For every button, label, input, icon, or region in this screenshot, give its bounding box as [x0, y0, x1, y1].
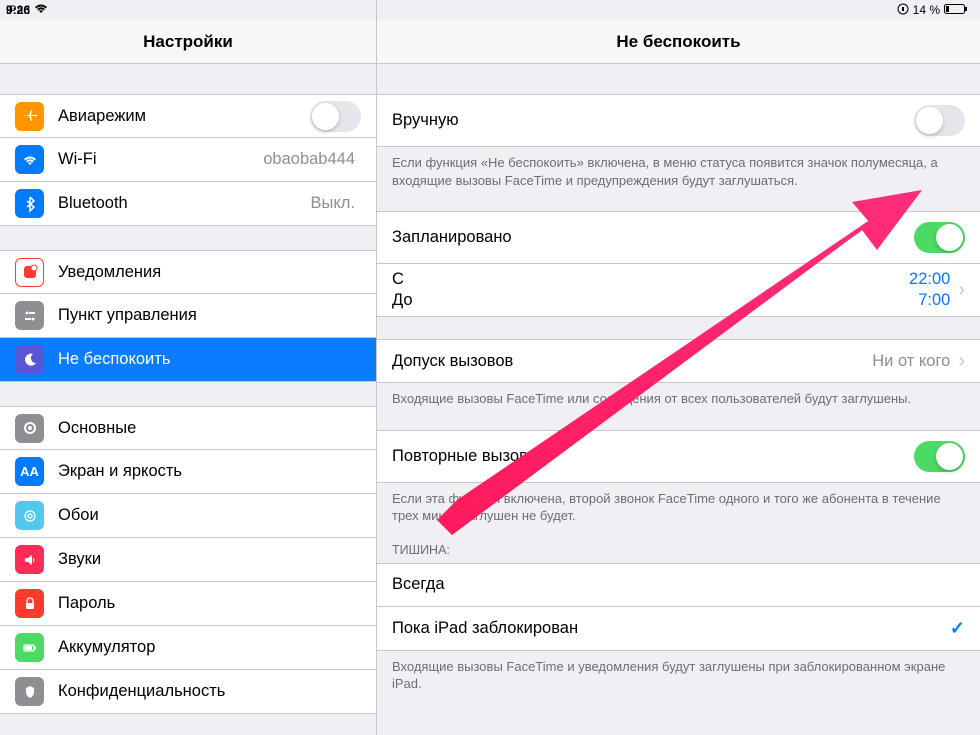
passcode-icon [15, 589, 44, 618]
repeated-footer: Если эта функция включена, второй звонок… [377, 483, 980, 525]
allow-calls-row[interactable]: Допуск вызовов Ни от кого › [377, 339, 980, 383]
from-value: 22:00 [909, 270, 950, 289]
scheduled-label: Запланировано [392, 228, 914, 247]
detail-navbar: Не беспокоить [377, 20, 980, 64]
battery-label: Аккумулятор [58, 638, 361, 657]
detail-group-allow: Допуск вызовов Ни от кого › [377, 339, 980, 383]
chevron-icon: › [958, 351, 965, 371]
sidebar-item-sounds[interactable]: Звуки [0, 538, 376, 582]
allow-footer: Входящие вызовы FaceTime или сообщения о… [377, 383, 980, 408]
detail-title: Не беспокоить [616, 32, 740, 52]
notifications-icon [15, 258, 44, 287]
airplane-label: Авиарежим [58, 107, 310, 126]
wifi-label: Wi-Fi [58, 150, 263, 169]
settings-sidebar: iPad Настройки Авиарежим Wi-Fi obaobab [0, 0, 377, 735]
detail-pane: Не беспокоить Вручную Если функция «Не б… [377, 0, 980, 735]
silence-locked-row[interactable]: Пока iPad заблокирован ✓ [377, 607, 980, 651]
chevron-icon: › [958, 280, 965, 300]
silence-always-row[interactable]: Всегда [377, 563, 980, 607]
to-value: 7:00 [918, 291, 950, 310]
from-label: С [392, 270, 404, 289]
bluetooth-label: Bluetooth [58, 194, 311, 213]
battery-percent: 14 % [913, 3, 940, 17]
device-label: iPad [6, 3, 30, 17]
to-label: До [392, 291, 413, 310]
sidebar-item-privacy[interactable]: Конфиденциальность [0, 670, 376, 714]
sidebar-item-control-center[interactable]: Пункт управления [0, 294, 376, 338]
sidebar-item-airplane[interactable]: Авиарежим [0, 94, 376, 138]
detail-group-manual: Вручную [377, 94, 980, 147]
bluetooth-value: Выкл. [311, 194, 355, 213]
notifications-label: Уведомления [58, 263, 361, 282]
repeated-row[interactable]: Повторные вызовы [377, 430, 980, 483]
manual-row[interactable]: Вручную [377, 94, 980, 147]
allow-value: Ни от кого [872, 352, 950, 371]
status-left: iPad [0, 0, 376, 20]
detail-group-silence: Всегда Пока iPad заблокирован ✓ [377, 563, 980, 651]
wifi-icon [34, 3, 48, 17]
wallpaper-label: Обои [58, 506, 361, 525]
display-icon: AA [15, 457, 44, 486]
scheduled-toggle[interactable] [914, 222, 965, 253]
silence-header: ТИШИНА: [377, 525, 980, 563]
privacy-icon [15, 677, 44, 706]
moon-icon [15, 345, 44, 374]
sounds-icon [15, 545, 44, 574]
sidebar-item-display[interactable]: AA Экран и яркость [0, 450, 376, 494]
schedule-times-row[interactable]: С 22:00 До 7:00 › [377, 264, 980, 317]
wifi-icon-square [15, 145, 44, 174]
manual-footer: Если функция «Не беспокоить» включена, в… [377, 147, 980, 189]
bluetooth-icon [15, 189, 44, 218]
sidebar-group-connectivity: Авиарежим Wi-Fi obaobab444 Bluetooth Вык… [0, 94, 376, 226]
control-center-icon [15, 301, 44, 330]
sidebar-group-alerts: Уведомления Пункт управления Не беспокои… [0, 250, 376, 382]
silence-always-label: Всегда [392, 575, 965, 594]
manual-toggle[interactable] [914, 105, 965, 136]
sidebar-item-general[interactable]: Основные [0, 406, 376, 450]
gear-icon [15, 414, 44, 443]
airplane-toggle[interactable] [310, 101, 361, 132]
silence-footer: Входящие вызовы FaceTime и уведомления б… [377, 651, 980, 693]
wallpaper-icon [15, 501, 44, 530]
scheduled-row[interactable]: Запланировано [377, 211, 980, 264]
general-label: Основные [58, 419, 361, 438]
passcode-label: Пароль [58, 594, 361, 613]
sidebar-item-dnd[interactable]: Не беспокоить [0, 338, 376, 382]
battery-icon [944, 3, 968, 18]
checkmark-icon: ✓ [950, 618, 965, 639]
orientation-lock-icon [897, 3, 909, 18]
display-label: Экран и яркость [58, 462, 361, 481]
sidebar-item-bluetooth[interactable]: Bluetooth Выкл. [0, 182, 376, 226]
detail-group-scheduled: Запланировано С 22:00 До 7:00 › [377, 211, 980, 317]
dnd-label: Не беспокоить [58, 350, 361, 369]
battery-settings-icon [15, 633, 44, 662]
sidebar-item-wifi[interactable]: Wi-Fi obaobab444 [0, 138, 376, 182]
control-center-label: Пункт управления [58, 306, 361, 325]
manual-label: Вручную [392, 111, 914, 130]
sidebar-item-notifications[interactable]: Уведомления [0, 250, 376, 294]
privacy-label: Конфиденциальность [58, 682, 361, 701]
sidebar-item-battery[interactable]: Аккумулятор [0, 626, 376, 670]
detail-group-repeated: Повторные вызовы [377, 430, 980, 483]
sidebar-item-passcode[interactable]: Пароль [0, 582, 376, 626]
sounds-label: Звуки [58, 550, 361, 569]
repeated-label: Повторные вызовы [392, 447, 914, 466]
wifi-value: obaobab444 [263, 150, 355, 169]
sidebar-item-wallpaper[interactable]: Обои [0, 494, 376, 538]
sidebar-navbar: Настройки [0, 20, 376, 64]
airplane-icon [15, 102, 44, 131]
sidebar-group-general: Основные AA Экран и яркость Обои Звуки [0, 406, 376, 714]
status-right: 14 % [674, 0, 974, 20]
sidebar-title: Настройки [143, 32, 233, 52]
repeated-toggle[interactable] [914, 441, 965, 472]
silence-locked-label: Пока iPad заблокирован [392, 619, 950, 638]
allow-label: Допуск вызовов [392, 352, 872, 371]
